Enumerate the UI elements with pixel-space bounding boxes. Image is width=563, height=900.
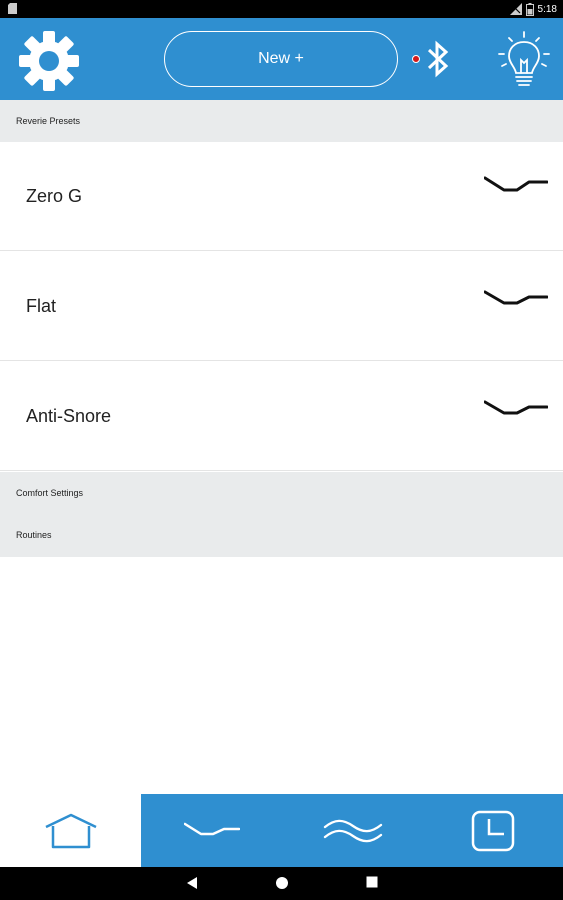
bed-position-icon (484, 176, 548, 192)
tab-timer[interactable] (423, 794, 563, 867)
recents-icon[interactable] (366, 876, 378, 888)
new-button-label: New + (258, 50, 304, 67)
tab-home[interactable] (0, 794, 141, 867)
massage-wave-icon (323, 819, 382, 842)
preset-row-zero-g[interactable]: Zero G (0, 142, 563, 251)
app-header: New + (0, 18, 563, 100)
sd-card-icon (8, 3, 17, 14)
new-button[interactable]: New + (164, 31, 398, 87)
system-nav-bar (0, 867, 563, 900)
preset-label: Anti-Snore (26, 406, 112, 426)
bluetooth-icon[interactable] (424, 40, 452, 78)
bottom-tab-bar (0, 794, 563, 867)
preset-row-anti-snore[interactable]: Anti-Snore (0, 362, 563, 471)
section-header-routines[interactable]: Routines (0, 514, 563, 557)
home-icon (44, 813, 97, 848)
preset-row-flat[interactable]: Flat (0, 252, 563, 361)
bed-position-icon (183, 822, 240, 835)
home-nav-icon[interactable] (275, 876, 289, 890)
bed-position-icon (484, 400, 548, 415)
status-time: 5:18 (537, 3, 557, 15)
section-header-comfort[interactable]: Comfort Settings (0, 472, 563, 514)
section-title-routines: Routines (16, 530, 52, 540)
bluetooth-status-dot (412, 55, 420, 63)
battery-icon (525, 2, 534, 16)
signal-icon (509, 3, 522, 15)
preset-label: Flat (26, 296, 57, 316)
preset-label: Zero G (26, 186, 83, 206)
gear-icon[interactable] (18, 30, 80, 92)
bed-position-icon (484, 290, 548, 305)
section-header-presets: Reverie Presets (0, 100, 563, 142)
clock-icon (471, 810, 515, 851)
back-icon[interactable] (186, 876, 198, 890)
status-bar: 5:18 (0, 0, 563, 18)
tab-massage[interactable] (282, 794, 423, 867)
lightbulb-icon[interactable] (497, 30, 551, 90)
section-title-comfort: Comfort Settings (16, 488, 84, 498)
tab-positions[interactable] (141, 794, 282, 867)
section-title-presets: Reverie Presets (16, 116, 81, 126)
